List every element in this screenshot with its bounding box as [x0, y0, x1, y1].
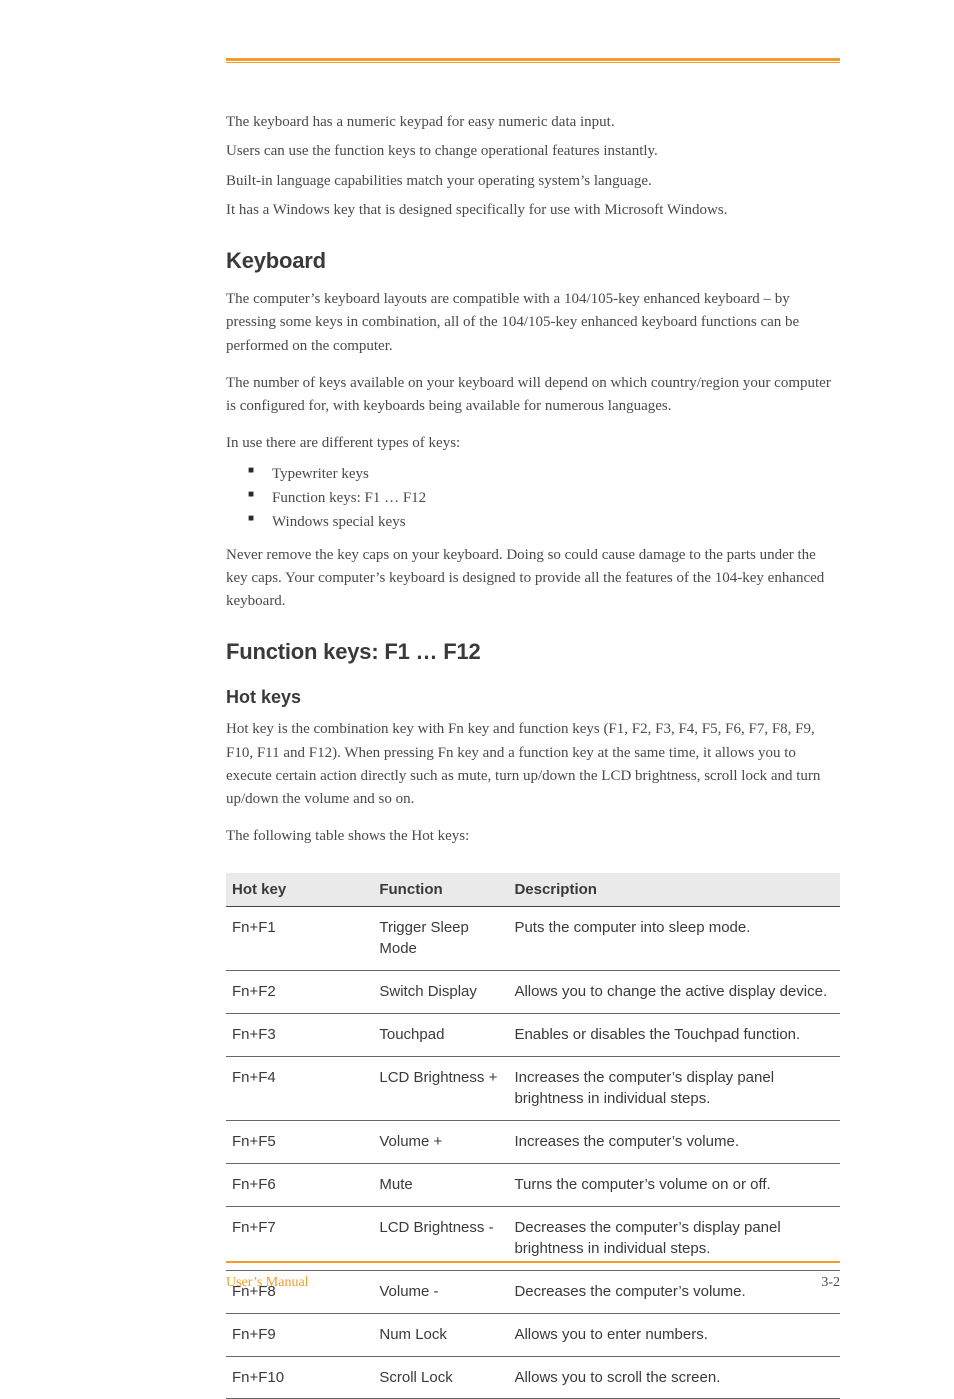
footer-label: User’s Manual	[226, 1275, 309, 1291]
cell-hotkey: Fn+F9	[226, 1313, 373, 1356]
intro-line-3: Built-in language capabilities match you…	[226, 170, 840, 193]
cell-hotkey: Fn+F1	[226, 906, 373, 971]
cell-description: Enables or disables the Touchpad functio…	[508, 1013, 840, 1056]
intro-block: The keyboard has a numeric keypad for ea…	[226, 111, 840, 222]
cell-function: Scroll Lock	[373, 1356, 508, 1399]
cell-function: Switch Display	[373, 971, 508, 1014]
heading-function-keys: Function keys: F1 … F12	[226, 639, 840, 665]
subheading-hotkeys: Hot keys	[226, 687, 840, 708]
cell-description: Allows you to enter numbers.	[508, 1313, 840, 1356]
keyboard-para-3: In use there are different types of keys…	[226, 432, 840, 455]
key-type-list: Typewriter keys Function keys: F1 … F12 …	[248, 462, 840, 534]
table-row: Fn+F3 Touchpad Enables or disables the T…	[226, 1013, 840, 1056]
table-row: Fn+F6 Mute Turns the computer’s volume o…	[226, 1163, 840, 1206]
top-horizontal-rule	[226, 58, 840, 63]
table-row: Fn+F5 Volume + Increases the computer’s …	[226, 1121, 840, 1164]
list-item: Function keys: F1 … F12	[248, 486, 840, 510]
cell-hotkey: Fn+F5	[226, 1121, 373, 1164]
col-header-hotkey: Hot key	[226, 873, 373, 907]
page-number: 3-2	[821, 1275, 840, 1291]
hotkeys-table: Hot key Function Description Fn+F1 Trigg…	[226, 873, 840, 1399]
table-row: Fn+F4 LCD Brightness + Increases the com…	[226, 1056, 840, 1121]
intro-line-2: Users can use the function keys to chang…	[226, 140, 840, 163]
col-header-description: Description	[508, 873, 840, 907]
cell-description: Decreases the computer’s volume.	[508, 1271, 840, 1314]
cell-hotkey: Fn+F2	[226, 971, 373, 1014]
cell-function: Trigger Sleep Mode	[373, 906, 508, 971]
cell-hotkey: Fn+F10	[226, 1356, 373, 1399]
keyboard-warning: Never remove the key caps on your keyboa…	[226, 544, 840, 614]
table-row: Fn+F1 Trigger Sleep Mode Puts the comput…	[226, 906, 840, 971]
cell-description: Puts the computer into sleep mode.	[508, 906, 840, 971]
keyboard-para-4: Never remove the key caps on your keyboa…	[226, 544, 840, 614]
cell-function: LCD Brightness +	[373, 1056, 508, 1121]
bottom-horizontal-rule	[226, 1261, 840, 1263]
col-header-function: Function	[373, 873, 508, 907]
hotkeys-para-2: The following table shows the Hot keys:	[226, 825, 840, 848]
cell-function: Volume -	[373, 1271, 508, 1314]
document-page: The keyboard has a numeric keypad for ea…	[0, 0, 954, 1349]
hotkeys-intro: Hot key is the combination key with Fn k…	[226, 718, 840, 848]
cell-description: Turns the computer’s volume on or off.	[508, 1163, 840, 1206]
list-item: Windows special keys	[248, 510, 840, 534]
heading-keyboard: Keyboard	[226, 248, 840, 274]
cell-description: Allows you to change the active display …	[508, 971, 840, 1014]
table-row: Fn+F9 Num Lock Allows you to enter numbe…	[226, 1313, 840, 1356]
keyboard-block: The computer’s keyboard layouts are comp…	[226, 288, 840, 456]
cell-description: Increases the computer’s volume.	[508, 1121, 840, 1164]
cell-hotkey: Fn+F4	[226, 1056, 373, 1121]
list-item: Typewriter keys	[248, 462, 840, 486]
table-row: Fn+F10 Scroll Lock Allows you to scroll …	[226, 1356, 840, 1399]
hotkeys-para-1: Hot key is the combination key with Fn k…	[226, 718, 840, 811]
cell-function: Mute	[373, 1163, 508, 1206]
intro-line-1: The keyboard has a numeric keypad for ea…	[226, 111, 840, 134]
table-header-row: Hot key Function Description	[226, 873, 840, 907]
cell-hotkey: Fn+F6	[226, 1163, 373, 1206]
cell-function: Num Lock	[373, 1313, 508, 1356]
cell-description: Increases the computer’s display panel b…	[508, 1056, 840, 1121]
cell-function: Touchpad	[373, 1013, 508, 1056]
table-row: Fn+F2 Switch Display Allows you to chang…	[226, 971, 840, 1014]
keyboard-para-1: The computer’s keyboard layouts are comp…	[226, 288, 840, 358]
cell-description: Allows you to scroll the screen.	[508, 1356, 840, 1399]
cell-function: Volume +	[373, 1121, 508, 1164]
table-row: Fn+F8 Volume - Decreases the computer’s …	[226, 1271, 840, 1314]
intro-line-4: It has a Windows key that is designed sp…	[226, 199, 840, 222]
cell-hotkey: Fn+F3	[226, 1013, 373, 1056]
keyboard-para-2: The number of keys available on your key…	[226, 372, 840, 419]
